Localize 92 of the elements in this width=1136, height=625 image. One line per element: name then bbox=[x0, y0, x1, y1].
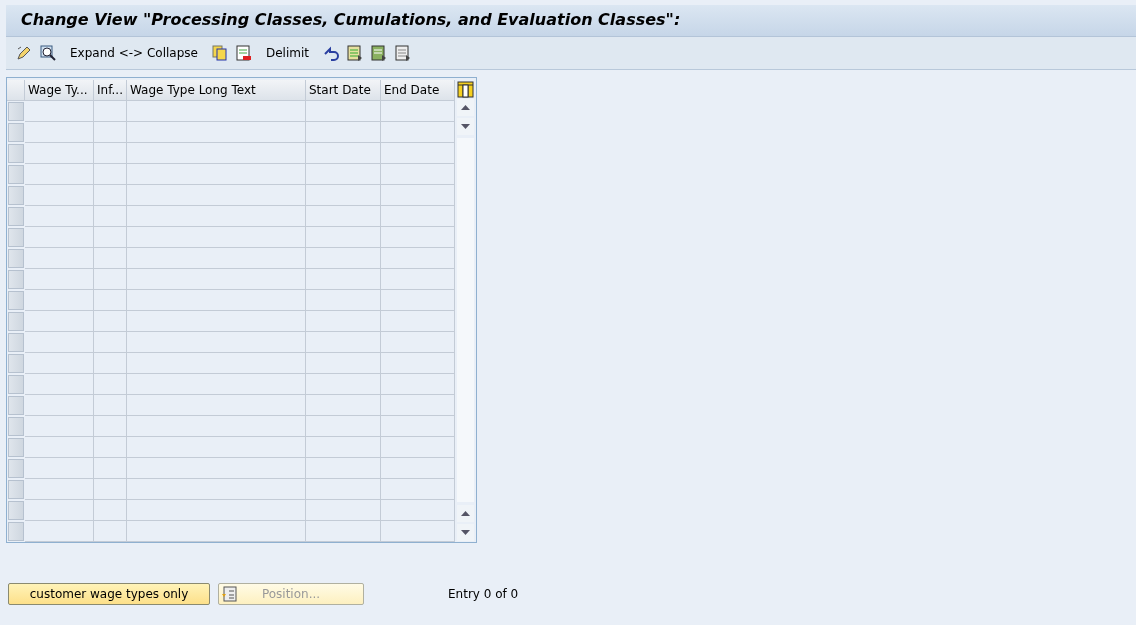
table-cell bbox=[94, 101, 127, 122]
position-icon bbox=[221, 586, 237, 602]
filter-button[interactable]: customer wage types only bbox=[8, 583, 210, 605]
row-selector[interactable] bbox=[8, 396, 24, 415]
select-block-icon[interactable] bbox=[371, 45, 387, 61]
row-selector[interactable] bbox=[8, 207, 24, 226]
table-cell bbox=[25, 332, 94, 353]
table-cell bbox=[94, 311, 127, 332]
row-selector[interactable] bbox=[8, 438, 24, 457]
table-cell bbox=[25, 437, 94, 458]
expand-collapse-button[interactable]: Expand <-> Collapse bbox=[68, 46, 200, 60]
table-cell bbox=[25, 269, 94, 290]
row-selector[interactable] bbox=[8, 186, 24, 205]
table-cell bbox=[25, 101, 94, 122]
table-cell bbox=[94, 479, 127, 500]
row-selector[interactable] bbox=[8, 522, 24, 541]
table-cell bbox=[25, 521, 94, 542]
row-selector[interactable] bbox=[8, 417, 24, 436]
pencil-icon[interactable] bbox=[16, 45, 32, 61]
row-selector[interactable] bbox=[8, 291, 24, 310]
column-header[interactable]: Start Date bbox=[306, 80, 381, 101]
table-cell bbox=[94, 206, 127, 227]
table-cell bbox=[25, 227, 94, 248]
table-corner-cell bbox=[7, 80, 25, 101]
row-selector[interactable] bbox=[8, 333, 24, 352]
table-cell bbox=[94, 269, 127, 290]
row-selector[interactable] bbox=[8, 312, 24, 331]
table-cell bbox=[94, 458, 127, 479]
down-triangle-icon bbox=[460, 530, 470, 535]
row-selector[interactable] bbox=[8, 354, 24, 373]
row-selector[interactable] bbox=[8, 165, 24, 184]
table-cell bbox=[94, 500, 127, 521]
table-cell bbox=[25, 248, 94, 269]
row-selector[interactable] bbox=[8, 123, 24, 142]
table-cell bbox=[94, 143, 127, 164]
table-cell bbox=[25, 290, 94, 311]
deselect-all-icon[interactable] bbox=[395, 45, 411, 61]
column-header[interactable]: Inf... bbox=[94, 80, 127, 101]
table-cell bbox=[94, 290, 127, 311]
table-cell bbox=[94, 395, 127, 416]
table-cell bbox=[94, 248, 127, 269]
down-triangle-icon bbox=[460, 124, 470, 129]
table-cell bbox=[94, 353, 127, 374]
table-cell bbox=[94, 416, 127, 437]
row-selector[interactable] bbox=[8, 480, 24, 499]
entry-count: Entry 0 of 0 bbox=[448, 587, 519, 601]
table-cell bbox=[25, 185, 94, 206]
table-cell bbox=[94, 374, 127, 395]
scroll-down-button[interactable] bbox=[456, 524, 474, 541]
row-selector[interactable] bbox=[8, 228, 24, 247]
table-cell bbox=[25, 416, 94, 437]
table-cell bbox=[94, 437, 127, 458]
row-selector[interactable] bbox=[8, 375, 24, 394]
select-all-icon[interactable] bbox=[347, 45, 363, 61]
row-selector[interactable] bbox=[8, 270, 24, 289]
column-layout-icon[interactable] bbox=[456, 81, 474, 98]
row-selector[interactable] bbox=[8, 459, 24, 478]
table-cell bbox=[25, 122, 94, 143]
table-cell bbox=[94, 227, 127, 248]
column-header[interactable]: Wage Ty... bbox=[25, 80, 94, 101]
up-triangle-icon bbox=[460, 511, 470, 516]
row-selector[interactable] bbox=[8, 501, 24, 520]
table-cell bbox=[25, 353, 94, 374]
table-cell bbox=[94, 521, 127, 542]
up-triangle-icon bbox=[460, 105, 470, 110]
table-cell bbox=[25, 374, 94, 395]
table-cell bbox=[94, 185, 127, 206]
magnifier-icon[interactable] bbox=[40, 45, 56, 61]
delimit-button[interactable]: Delimit bbox=[263, 46, 311, 60]
table-cell bbox=[25, 311, 94, 332]
table-cell bbox=[25, 395, 94, 416]
scrollbar-track[interactable] bbox=[456, 138, 474, 502]
column-header[interactable]: Wage Type Long Text bbox=[127, 80, 306, 101]
table-cell bbox=[25, 500, 94, 521]
scroll-up-button[interactable] bbox=[456, 99, 474, 116]
table-cell bbox=[25, 143, 94, 164]
table-cell bbox=[94, 332, 127, 353]
table-cell bbox=[25, 164, 94, 185]
table-cell bbox=[94, 164, 127, 185]
column-header[interactable]: End Date bbox=[381, 80, 455, 101]
scroll-down-button[interactable] bbox=[456, 118, 474, 135]
window-title: Change View "Processing Classes, Cumulations, and Evaluation Classes": bbox=[20, 9, 682, 29]
row-selector[interactable] bbox=[8, 249, 24, 268]
table-cell bbox=[25, 458, 94, 479]
table-cell bbox=[94, 122, 127, 143]
table-cell bbox=[25, 206, 94, 227]
copy-icon[interactable] bbox=[211, 45, 228, 61]
row-selector[interactable] bbox=[8, 144, 24, 163]
table-cell bbox=[25, 479, 94, 500]
row-selector[interactable] bbox=[8, 102, 24, 121]
scroll-up-button[interactable] bbox=[456, 505, 474, 522]
delete-row-icon[interactable] bbox=[235, 45, 252, 61]
